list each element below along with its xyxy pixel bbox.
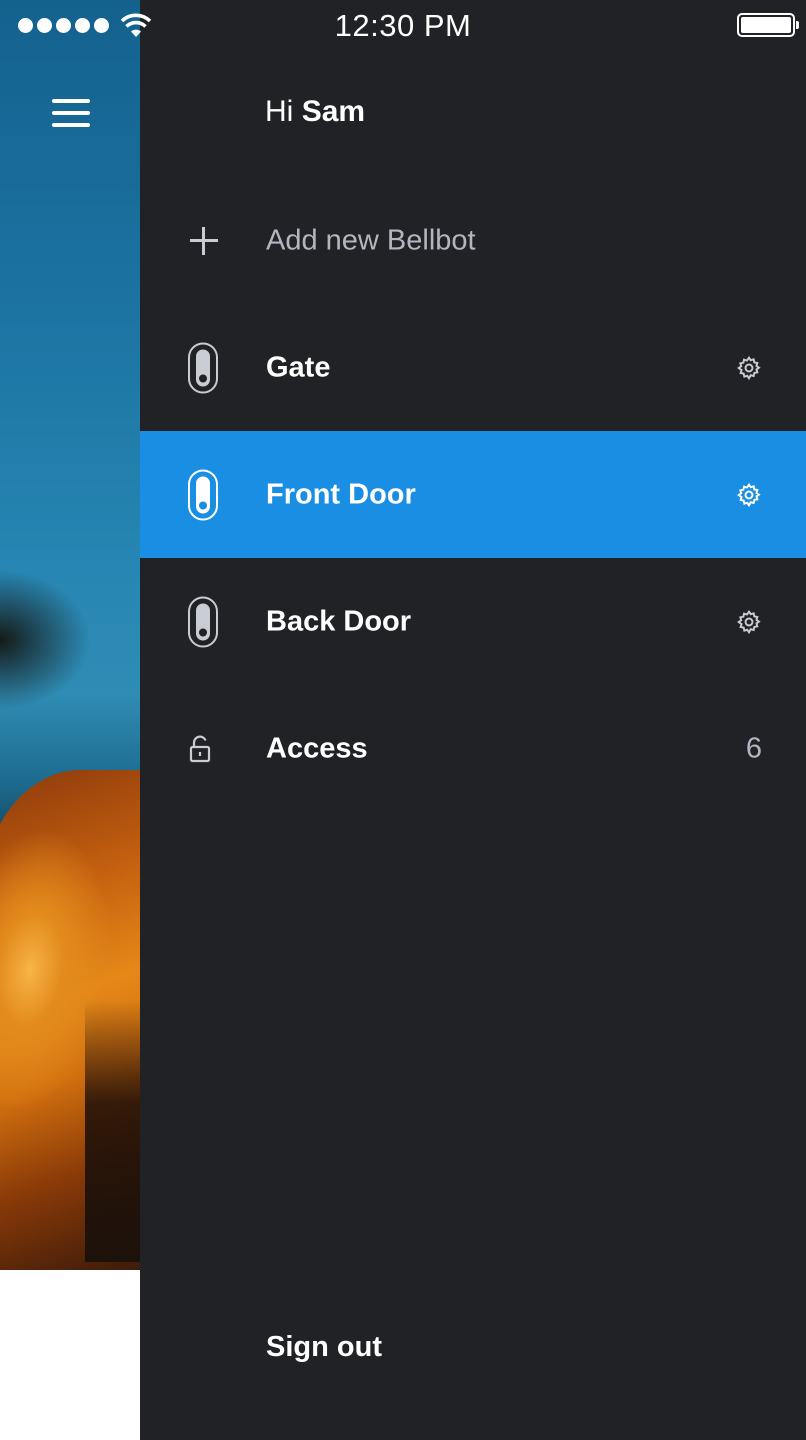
background-photo: [0, 0, 140, 1270]
access-item[interactable]: Access 6: [140, 685, 806, 812]
add-bellbot-label: Add new Bellbot: [266, 224, 476, 256]
gear-icon[interactable]: [736, 482, 762, 508]
access-count: 6: [745, 732, 762, 764]
sign-out-button[interactable]: Sign out: [266, 1331, 382, 1364]
add-bellbot-button[interactable]: Add new Bellbot: [140, 177, 806, 304]
unlock-icon: [189, 735, 211, 763]
photo-shadow: [85, 1000, 140, 1262]
device-label: Gate: [266, 351, 331, 383]
hamburger-line: [52, 123, 90, 127]
gear-icon[interactable]: [736, 355, 762, 381]
device-label: Front Door: [266, 478, 416, 510]
battery-full-icon: [737, 13, 799, 37]
gear-icon[interactable]: [736, 609, 762, 635]
bellbot-device-icon: [188, 469, 218, 520]
device-item-front-door[interactable]: Front Door: [140, 431, 806, 558]
hamburger-menu-icon[interactable]: [52, 99, 90, 127]
hamburger-line: [52, 99, 90, 103]
device-item-back-door[interactable]: Back Door: [140, 558, 806, 685]
access-label: Access: [266, 732, 368, 764]
user-name: Sam: [301, 95, 366, 128]
status-time: 12:30 PM: [334, 8, 472, 43]
device-label: Back Door: [266, 605, 412, 637]
greeting: Hi Sam: [265, 95, 365, 129]
bellbot-device-icon: [188, 342, 218, 393]
background-view: [0, 0, 140, 1440]
plus-icon: [190, 226, 218, 255]
status-bar: 12:30 PM: [0, 0, 806, 50]
greeting-prefix: Hi: [265, 95, 294, 128]
navigation-drawer: Hi Sam Add new Bellbot Gate Front Door B…: [140, 0, 806, 1440]
bellbot-device-icon: [188, 596, 218, 647]
hamburger-line: [52, 111, 90, 115]
device-item-gate[interactable]: Gate: [140, 304, 806, 431]
